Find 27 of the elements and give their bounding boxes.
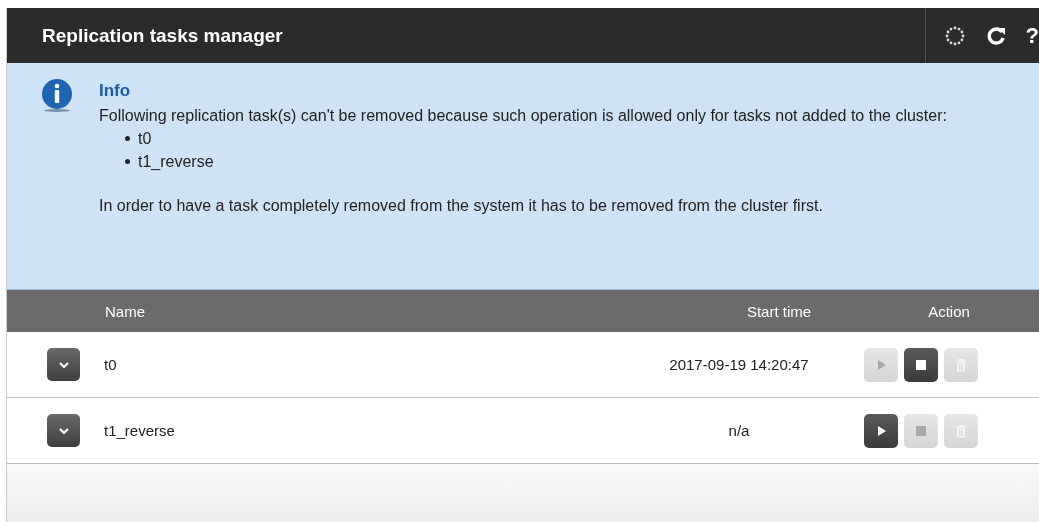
info-note: In order to have a task completely removed from the system it has to be removed from the cluster first. — [99, 196, 824, 216]
bullet-icon — [125, 136, 130, 141]
stop-icon — [914, 357, 928, 372]
column-header: Action — [927, 302, 971, 320]
stop-button[interactable] — [904, 347, 938, 382]
expand-button[interactable] — [47, 414, 80, 447]
column-header: Start time — [745, 302, 813, 320]
window-title: Replication tasks manager — [41, 24, 284, 47]
refresh-icon[interactable] — [985, 25, 1006, 46]
info-icon — [41, 79, 73, 113]
column-header: Name — [105, 302, 146, 320]
play-button[interactable] — [864, 413, 898, 448]
spinner-icon[interactable] — [943, 24, 966, 47]
task-list-item: t1_reverse — [138, 152, 214, 172]
trash-icon — [954, 423, 968, 438]
info-message: Following replication task(s) can't be removed because such operation is allowed only for tasks not added to the cluster: — [99, 106, 948, 126]
expand-button[interactable] — [47, 348, 80, 381]
start-time: 2017-09-19 14:20:47 — [669, 356, 809, 373]
bullet-icon — [125, 159, 130, 164]
help-icon[interactable]: ? — [1025, 22, 1039, 49]
stop-icon — [914, 423, 928, 438]
task-list-item: t0 — [138, 129, 152, 149]
info-title: Info — [99, 80, 132, 102]
start-time: n/a — [728, 422, 750, 439]
task-name: t1_reverse — [104, 422, 176, 439]
trash-icon — [954, 357, 968, 372]
task-name: t0 — [104, 356, 118, 373]
